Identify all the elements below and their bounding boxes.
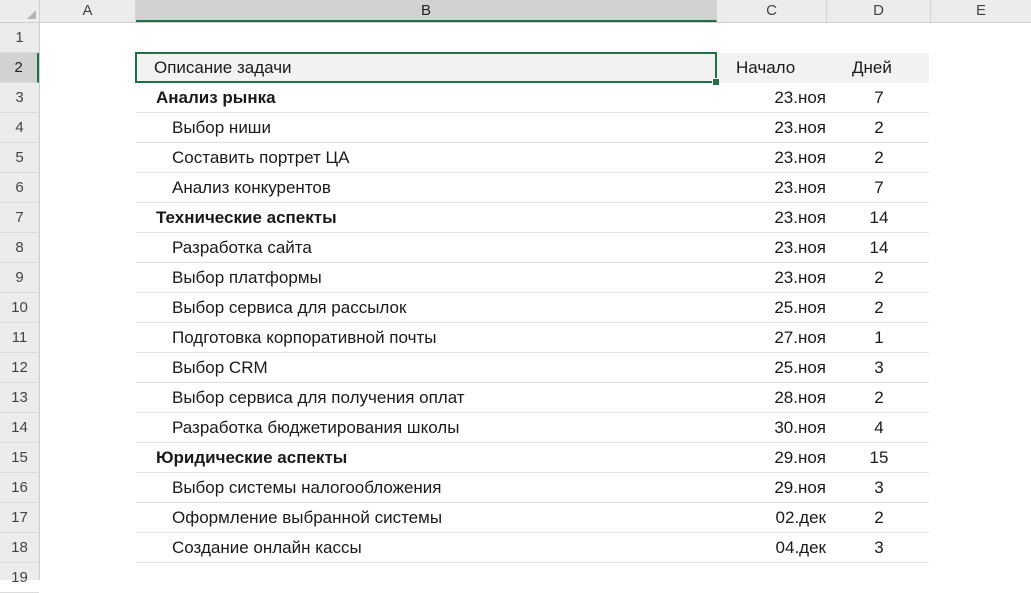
row-header[interactable]: 16 xyxy=(0,473,39,503)
task-cell[interactable]: Разработка сайта xyxy=(172,233,312,263)
active-cell-selection xyxy=(135,52,717,83)
days-cell[interactable]: 3 xyxy=(840,473,918,503)
days-cell[interactable]: 2 xyxy=(840,113,918,143)
start-cell[interactable]: 23.ноя xyxy=(716,203,826,233)
column-header-a[interactable]: A xyxy=(40,0,136,22)
row-header[interactable]: 13 xyxy=(0,383,39,413)
task-cell[interactable]: Разработка бюджетирования школы xyxy=(172,413,459,443)
days-cell[interactable]: 7 xyxy=(840,173,918,203)
row-header[interactable]: 12 xyxy=(0,353,39,383)
start-cell[interactable]: 25.ноя xyxy=(716,293,826,323)
task-cell[interactable]: Технические аспекты xyxy=(156,203,337,233)
row-header[interactable]: 2 xyxy=(0,53,39,83)
sheet-grid[interactable]: Описание задачи Начало Дней Анализ рынка… xyxy=(40,23,1031,580)
task-cell[interactable]: Выбор сервиса для получения оплат xyxy=(172,383,465,413)
task-cell[interactable]: Подготовка корпоративной почты xyxy=(172,323,436,353)
task-cell[interactable]: Анализ конкурентов xyxy=(172,173,331,203)
row-header[interactable]: 9 xyxy=(0,263,39,293)
task-cell[interactable]: Составить портрет ЦА xyxy=(172,143,349,173)
days-cell[interactable]: 2 xyxy=(840,263,918,293)
select-all-corner[interactable] xyxy=(0,0,40,22)
days-cell[interactable]: 7 xyxy=(840,83,918,113)
task-cell[interactable]: Выбор сервиса для рассылок xyxy=(172,293,406,323)
days-cell[interactable]: 1 xyxy=(840,323,918,353)
start-cell[interactable]: 23.ноя xyxy=(716,113,826,143)
row-header-bar: 1 2 3 4 5 6 7 8 9 10 11 12 13 14 15 16 17 18 19 xyxy=(0,23,40,593)
row-header[interactable]: 18 xyxy=(0,533,39,563)
task-cell[interactable]: Выбор CRM xyxy=(172,353,268,383)
start-cell[interactable]: 25.ноя xyxy=(716,353,826,383)
task-cell[interactable]: Юридические аспекты xyxy=(156,443,347,473)
column-header-c[interactable]: C xyxy=(717,0,827,22)
days-cell[interactable]: 3 xyxy=(840,353,918,383)
start-cell[interactable]: 23.ноя xyxy=(716,233,826,263)
row-header[interactable]: 6 xyxy=(0,173,39,203)
days-cell[interactable]: 3 xyxy=(840,533,918,563)
select-all-triangle-icon xyxy=(27,10,36,19)
start-cell[interactable]: 02.дек xyxy=(716,503,826,533)
task-cell[interactable]: Анализ рынка xyxy=(156,83,276,113)
start-cell[interactable]: 23.ноя xyxy=(716,83,826,113)
task-cell[interactable]: Создание онлайн кассы xyxy=(172,533,362,563)
days-cell[interactable]: 2 xyxy=(840,503,918,533)
row-header[interactable]: 4 xyxy=(0,113,39,143)
start-cell[interactable]: 29.ноя xyxy=(716,473,826,503)
task-cell[interactable]: Выбор платформы xyxy=(172,263,322,293)
column-header-b[interactable]: B xyxy=(136,0,717,22)
column-header-e[interactable]: E xyxy=(931,0,1031,22)
column-header-d[interactable]: D xyxy=(827,0,931,22)
start-cell[interactable]: 30.ноя xyxy=(716,413,826,443)
row-header[interactable]: 15 xyxy=(0,443,39,473)
days-cell[interactable]: 4 xyxy=(840,413,918,443)
row-header[interactable]: 8 xyxy=(0,233,39,263)
start-cell[interactable]: 29.ноя xyxy=(716,443,826,473)
start-cell[interactable]: 23.ноя xyxy=(716,143,826,173)
days-cell[interactable]: 2 xyxy=(840,293,918,323)
start-cell[interactable]: 23.ноя xyxy=(716,173,826,203)
days-cell[interactable]: 2 xyxy=(840,143,918,173)
start-cell[interactable]: 23.ноя xyxy=(716,263,826,293)
row-header[interactable]: 1 xyxy=(0,23,39,53)
task-cell[interactable]: Оформление выбранной системы xyxy=(172,503,442,533)
days-cell[interactable]: 14 xyxy=(840,233,918,263)
task-cell[interactable]: Выбор системы налогообложения xyxy=(172,473,442,503)
row-header[interactable]: 5 xyxy=(0,143,39,173)
column-header-bar: A B C D E xyxy=(0,0,1031,23)
days-cell[interactable]: 14 xyxy=(840,203,918,233)
row-header[interactable]: 14 xyxy=(0,413,39,443)
row-header[interactable]: 10 xyxy=(0,293,39,323)
row-header[interactable]: 19 xyxy=(0,563,39,593)
row-header[interactable]: 11 xyxy=(0,323,39,353)
header-days-cell[interactable]: Дней xyxy=(852,53,892,83)
start-cell[interactable]: 04.дек xyxy=(716,533,826,563)
header-start-cell[interactable]: Начало xyxy=(736,53,795,83)
row-header[interactable]: 3 xyxy=(0,83,39,113)
days-cell[interactable]: 15 xyxy=(840,443,918,473)
days-cell[interactable]: 2 xyxy=(840,383,918,413)
task-cell[interactable]: Выбор ниши xyxy=(172,113,271,143)
start-cell[interactable]: 28.ноя xyxy=(716,383,826,413)
start-cell[interactable]: 27.ноя xyxy=(716,323,826,353)
row-header[interactable]: 7 xyxy=(0,203,39,233)
row-header[interactable]: 17 xyxy=(0,503,39,533)
